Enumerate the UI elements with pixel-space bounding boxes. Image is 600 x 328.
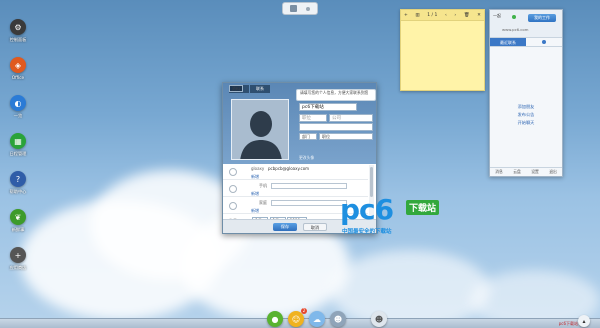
panel-tabs: 最近联系 xyxy=(490,38,562,47)
dock-item-6[interactable]: + 应用商店 xyxy=(5,247,31,271)
dock-item-1[interactable]: ◈ Office xyxy=(5,57,31,80)
leaf-icon: ❦ xyxy=(10,209,26,225)
plus-icon: + xyxy=(10,247,26,263)
dock-label: 新鲜事 xyxy=(11,227,25,232)
add-phone-link[interactable]: 新增 xyxy=(251,191,259,197)
email-row: gloaxy pcbpcb@gloaxy.com 新增 xyxy=(223,164,368,180)
note-pager: 1 / 1 xyxy=(427,12,438,18)
person-icon xyxy=(542,40,546,44)
contacts-panel: 一起 我的工作 www.pc6.com 最近联系 添加朋友 发布公告 开始聊天 … xyxy=(489,9,563,177)
watermark-title: 下载站 xyxy=(406,200,440,215)
dock-label: 一览 xyxy=(13,113,23,118)
watermark-brand: pc6 xyxy=(340,193,394,226)
tab-contacts[interactable] xyxy=(526,38,562,46)
footer-messages[interactable]: 消息 xyxy=(495,169,503,175)
title-input[interactable]: 职位 xyxy=(299,114,327,122)
my-work-button[interactable]: 我的工作 xyxy=(528,14,556,22)
dock-label: 帮助中心 xyxy=(9,189,27,194)
position-select[interactable]: 职位 xyxy=(319,133,373,140)
department-select[interactable]: 部门 xyxy=(299,133,317,140)
cloud-icon[interactable]: ☁ xyxy=(309,311,325,327)
smile-icon[interactable]: ☺ 2 xyxy=(288,308,307,327)
tray-icon[interactable]: ▴ xyxy=(578,315,590,327)
cancel-button[interactable]: 取消 xyxy=(303,223,327,231)
dock-item-5[interactable]: ❦ 新鲜事 xyxy=(5,209,31,233)
pc6-watermark: pc6 下载站 中国最安全的下载站 xyxy=(340,196,460,236)
list-icon[interactable]: ▥ xyxy=(415,13,419,18)
phone-label: 手机 xyxy=(259,183,267,188)
dock-item-4[interactable]: ? 帮助中心 xyxy=(5,171,31,195)
dock-item-0[interactable]: ⚙ 控制面板 xyxy=(5,19,31,43)
info-tooltip: 请填写您的个人信息，方便大家联系到您 xyxy=(296,89,376,101)
dock-label: 应用商店 xyxy=(9,265,27,270)
footer-exit[interactable]: 退出 xyxy=(549,169,557,175)
notification-badge: 2 xyxy=(301,308,307,314)
close-icon[interactable]: ✕ xyxy=(477,13,481,18)
panel-url: www.pc6.com xyxy=(502,27,529,32)
dock-item-2[interactable]: ◐ 一览 xyxy=(5,95,31,119)
footer-cloud[interactable]: 云盘 xyxy=(513,169,521,175)
status-icon xyxy=(512,15,516,19)
contact-icon[interactable]: ☻ xyxy=(330,311,346,327)
publish-link[interactable]: 发布公告 xyxy=(490,112,562,118)
trash-icon[interactable]: 🗑 xyxy=(464,13,470,18)
tab-recent[interactable]: 最近联系 xyxy=(490,38,526,46)
email-label: gloaxy xyxy=(251,166,265,171)
add-friend-link[interactable]: 添加朋友 xyxy=(490,104,562,110)
help-icon: ? xyxy=(10,171,26,187)
panel-links: 添加朋友 发布公告 开始聊天 xyxy=(490,102,562,128)
add-address-link[interactable]: 新增 xyxy=(251,208,259,214)
prev-icon[interactable]: ‹ xyxy=(445,13,447,18)
tab-profile[interactable]: 资料 xyxy=(229,85,243,92)
note-toolbar: + ▥ 1 / 1 ‹ › 🗑 ✕ xyxy=(401,10,484,21)
extra-input[interactable] xyxy=(299,123,373,131)
company-input[interactable]: 公司 xyxy=(329,114,373,122)
tab-contact[interactable]: 联系 xyxy=(250,85,270,93)
dock-item-3[interactable]: ▦ 日程管理 xyxy=(5,133,31,157)
user-icon xyxy=(290,5,298,12)
dock-label: Office xyxy=(11,75,25,80)
dialog-tabs: 资料 动态 联系 xyxy=(229,85,270,93)
name-input[interactable]: pc6下载站 xyxy=(299,103,357,111)
panel-footer: 消息 云盘 设置 退出 xyxy=(490,167,562,176)
location-icon xyxy=(229,202,237,210)
start-chat-link[interactable]: 开始聊天 xyxy=(490,120,562,126)
dialog-header: 资料 动态 联系 请填写您的个人信息，方便大家联系到您 pc6下载站 职位 公司… xyxy=(223,83,376,164)
globe-icon: ◐ xyxy=(10,95,26,111)
address-label: 家庭 xyxy=(259,200,267,205)
footer-settings[interactable]: 设置 xyxy=(531,169,539,175)
add-email-link[interactable]: 新增 xyxy=(251,174,259,180)
avatar-caption[interactable]: 更改头像 xyxy=(299,155,314,161)
phone-input[interactable] xyxy=(271,183,347,189)
dock-label: 日程管理 xyxy=(9,151,27,156)
phone-icon xyxy=(229,185,237,193)
email-icon xyxy=(229,168,237,176)
dot-icon xyxy=(305,6,310,11)
avatar[interactable] xyxy=(231,99,289,160)
office-icon: ◈ xyxy=(10,57,26,73)
watermark-sub: 中国最安全的下载站 xyxy=(342,229,392,235)
user-icon[interactable]: ☻ xyxy=(371,311,387,327)
next-icon[interactable]: › xyxy=(454,13,456,18)
panel-header: 一起 我的工作 www.pc6.com xyxy=(490,10,562,38)
calendar-icon: ▦ xyxy=(10,133,26,149)
email-value: pcbpcb@gloaxy.com xyxy=(268,166,310,171)
top-user-tab[interactable] xyxy=(282,2,318,15)
add-icon[interactable]: + xyxy=(404,13,408,18)
chat-icon[interactable]: ● xyxy=(267,311,283,327)
silhouette-icon xyxy=(232,100,288,159)
taskbar-text: pc6下载站 xyxy=(558,321,578,326)
dock-label: 控制面板 xyxy=(9,37,27,42)
sticky-note[interactable]: + ▥ 1 / 1 ‹ › 🗑 ✕ xyxy=(400,9,485,91)
gear-icon: ⚙ xyxy=(10,19,26,35)
save-button[interactable]: 保存 xyxy=(273,223,297,231)
address-input[interactable] xyxy=(271,200,347,206)
